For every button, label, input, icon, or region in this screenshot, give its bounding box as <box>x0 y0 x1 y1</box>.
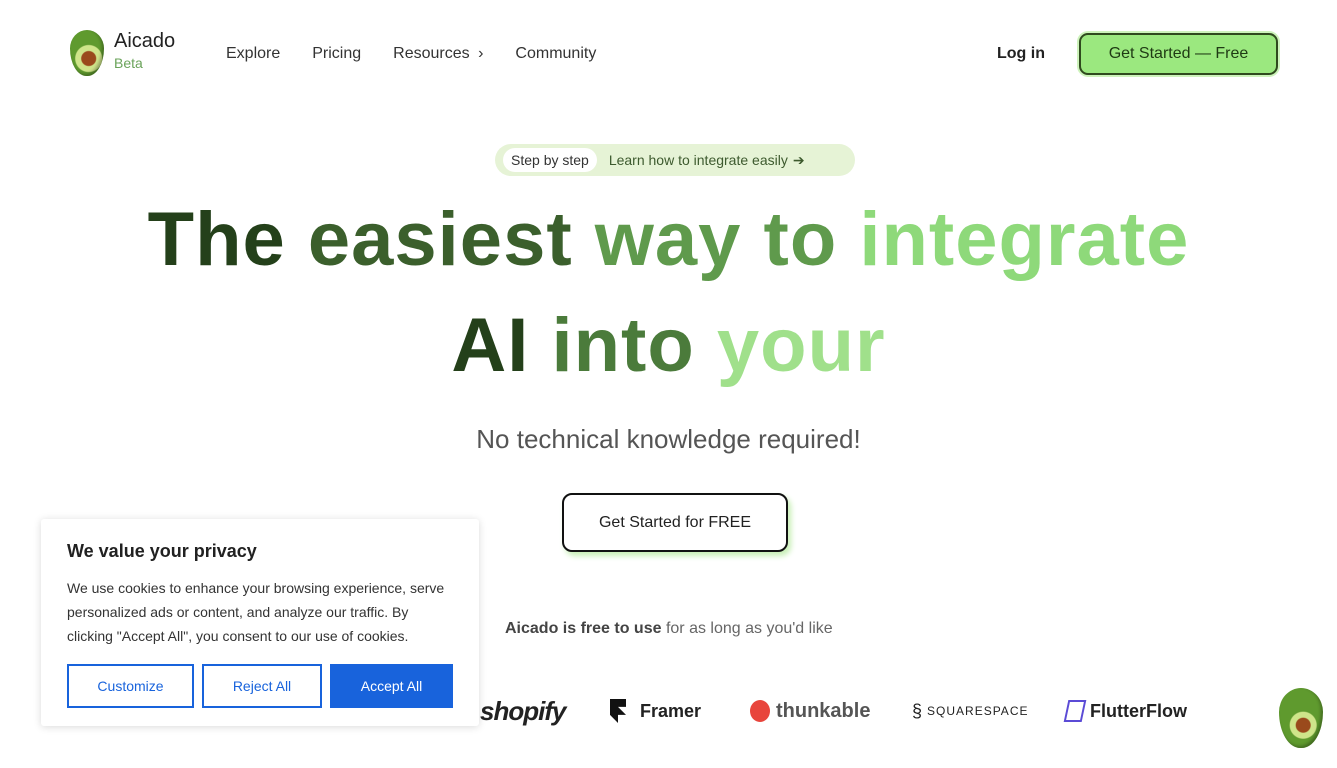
cookie-title: We value your privacy <box>67 541 257 561</box>
free-note-bold: Aicado is free to use <box>505 620 662 637</box>
chevron-right-icon: › <box>478 45 484 62</box>
nav-resources[interactable]: Resources › <box>393 45 483 63</box>
nav-community[interactable]: Community <box>515 45 596 63</box>
headline-line-2: AI into your <box>0 302 1337 389</box>
headline-line-1: The easiest way to integrate <box>0 196 1337 283</box>
headline-word: easiest <box>285 197 573 282</box>
headline-word: into <box>529 303 695 388</box>
pill-tag: Step by step <box>503 148 597 172</box>
framer-logo: Framer <box>610 699 750 723</box>
customize-button[interactable]: Customize <box>67 664 194 708</box>
arrow-right-icon: ➔ <box>792 151 805 168</box>
reject-all-button[interactable]: Reject All <box>202 664 322 708</box>
top-nav: Aicado Beta Explore Pricing Resources › C… <box>0 0 1337 100</box>
framer-icon <box>610 699 626 723</box>
framer-text: Framer <box>640 700 702 721</box>
accept-all-button[interactable]: Accept All <box>330 664 453 708</box>
thunkable-icon <box>750 700 770 722</box>
headline-word: your <box>694 303 886 388</box>
thunkable-logo: thunkable <box>750 700 912 723</box>
partner-logos: shopify Framer thunkable § SQUARESPACE Fl… <box>480 695 1187 727</box>
free-note: Aicado is free to use for as long as you… <box>505 620 833 638</box>
step-by-step-banner[interactable]: Step by step Learn how to integrate easi… <box>495 144 855 176</box>
get-started-free-button[interactable]: Get Started — Free <box>1079 33 1278 75</box>
squarespace-logo: § SQUARESPACE <box>912 701 1066 722</box>
get-started-for-free-button[interactable]: Get Started for FREE <box>562 493 788 552</box>
free-note-rest: for as long as you'd like <box>661 620 833 637</box>
pill-text: Learn how to integrate easily <box>608 152 788 168</box>
nav-explore[interactable]: Explore <box>226 45 280 63</box>
headline-word: integrate <box>837 197 1190 282</box>
avocado-logo-icon <box>70 30 104 76</box>
flutterflow-icon <box>1063 700 1087 722</box>
cookie-consent-banner: We value your privacy We use cookies to … <box>41 519 479 726</box>
nav-resources-label: Resources <box>393 45 470 62</box>
login-link[interactable]: Log in <box>997 45 1045 63</box>
squarespace-icon: § <box>912 700 924 721</box>
cookie-body: We use cookies to enhance your browsing … <box>67 580 445 644</box>
thunkable-text: thunkable <box>776 699 871 722</box>
flutterflow-text: FlutterFlow <box>1090 700 1187 721</box>
avocado-chat-icon[interactable] <box>1279 688 1323 748</box>
beta-badge: Beta <box>114 55 143 71</box>
subtitle: No technical knowledge required! <box>476 424 861 454</box>
shopify-logo: shopify <box>480 695 566 726</box>
headline-word: The <box>147 197 286 282</box>
squarespace-text: SQUARESPACE <box>927 704 1029 718</box>
headline-word: AI <box>451 303 530 388</box>
brand-name: Aicado <box>114 30 176 52</box>
flutterflow-logo: FlutterFlow <box>1063 700 1187 722</box>
nav-pricing[interactable]: Pricing <box>312 45 361 63</box>
headline-word: way to <box>572 197 838 282</box>
logo[interactable]: Aicado Beta <box>70 30 175 76</box>
